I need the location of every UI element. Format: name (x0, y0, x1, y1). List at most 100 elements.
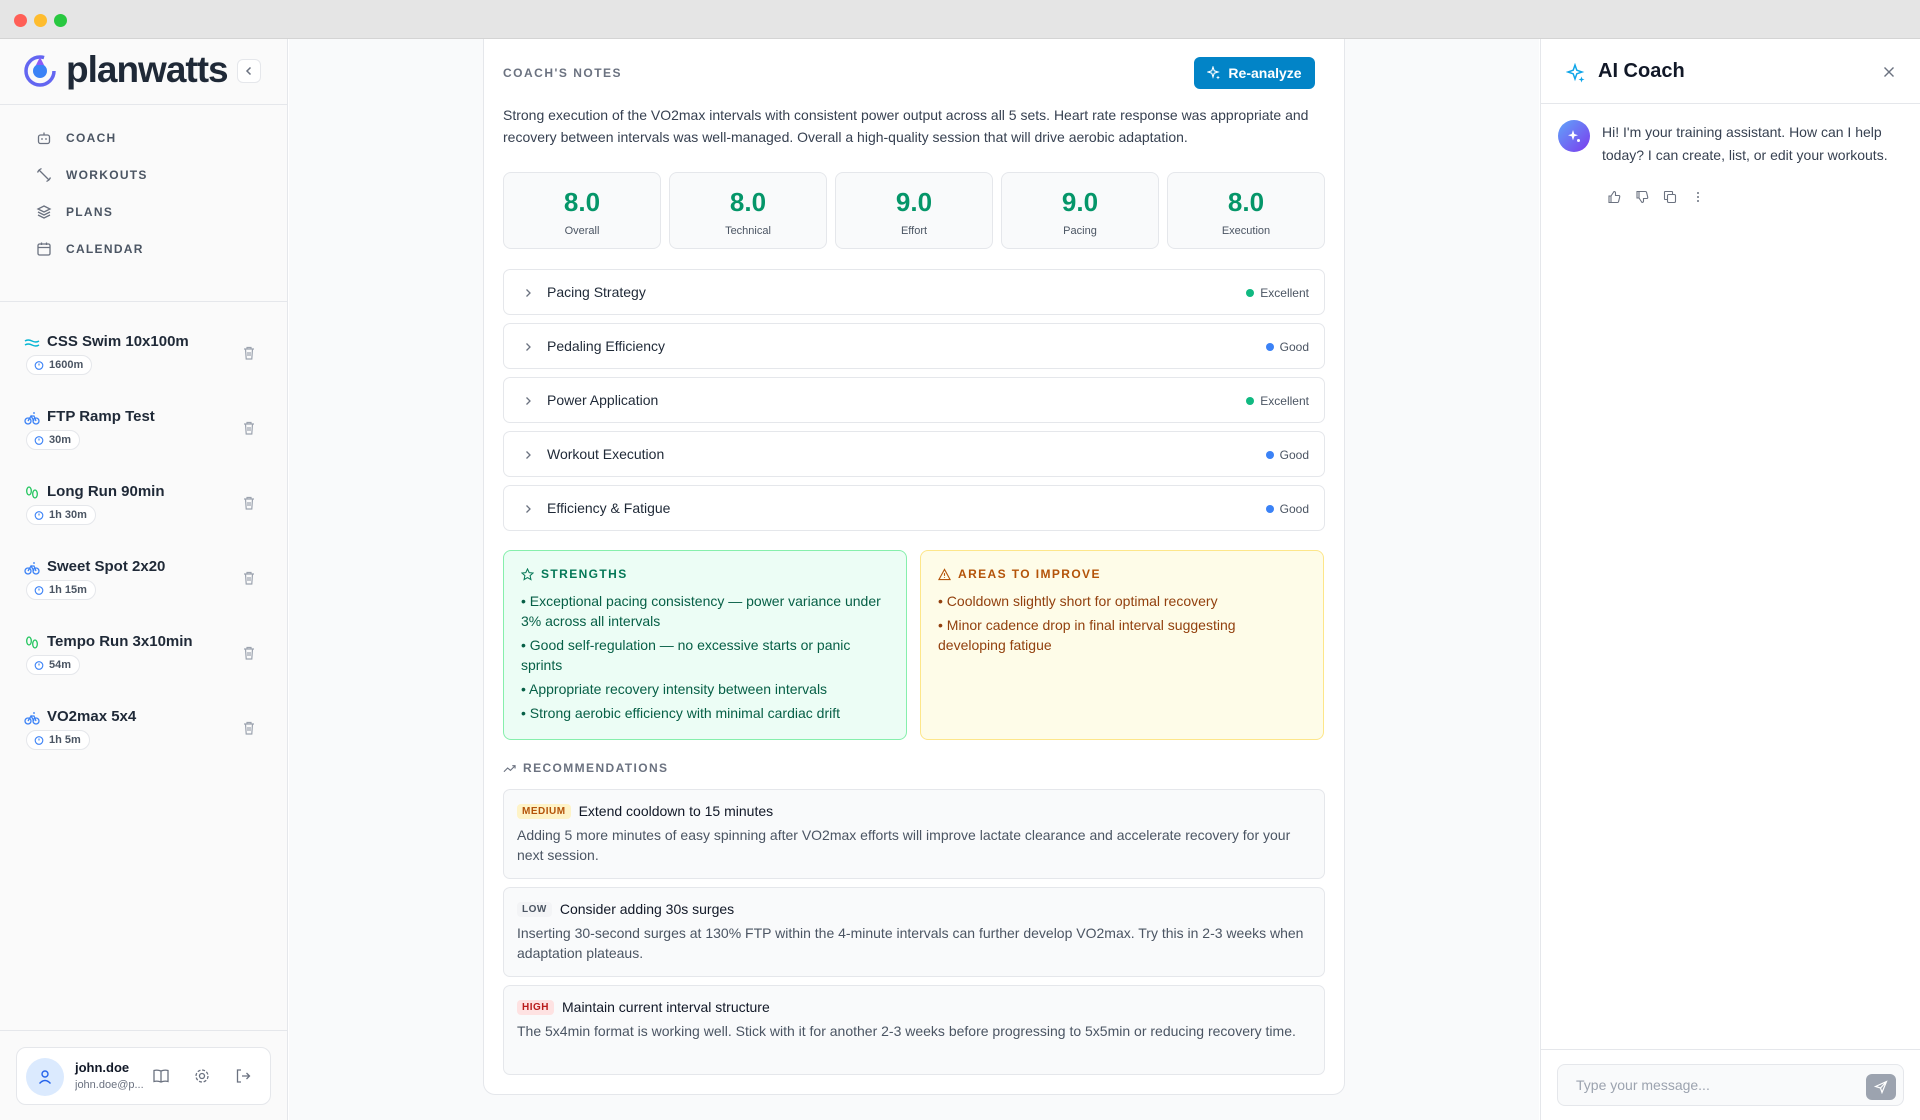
collapse-sidebar-button[interactable] (237, 59, 261, 83)
nav-item-plans[interactable]: PLANS (0, 193, 287, 230)
chat-title: AI Coach (1598, 60, 1685, 82)
book-icon[interactable] (152, 1067, 170, 1085)
accordion-pacing-strategy[interactable]: Pacing Strategy Excellent (503, 269, 1325, 315)
list-item: • Minor cadence drop in final interval s… (938, 617, 1236, 653)
score-value: 8.0 (563, 187, 601, 217)
recommendation-title: Consider adding 30s surges (559, 901, 735, 917)
nav-item-calendar[interactable]: CALENDAR (0, 230, 287, 267)
nav-item-workouts[interactable]: WORKOUTS (0, 156, 287, 193)
chat-message-input[interactable] (1557, 1064, 1904, 1106)
strengths-panel: STRENGTHS • Exceptional pacing consisten… (503, 550, 907, 740)
chat-footer (1541, 1049, 1920, 1120)
user-email: john.doe@p... (75, 1079, 143, 1091)
strengths-list: • Exceptional pacing consistency — power… (521, 591, 889, 723)
chevron-left-icon (245, 66, 252, 76)
trash-icon[interactable] (241, 720, 257, 736)
status-badge: Good (1265, 502, 1309, 516)
score-grid: 8.0 Overall 8.0 Technical 9.0 Effort 9.0 Pac… (503, 172, 1325, 249)
user-icon (38, 1070, 52, 1084)
accordion-pedaling-efficiency[interactable]: Pedaling Efficiency Good (503, 323, 1325, 369)
status-dot (1246, 397, 1255, 405)
workout-item-tempo-run[interactable]: Tempo Run 3x10min 54m (0, 618, 287, 693)
sidebar-divider (0, 1030, 287, 1031)
trash-icon[interactable] (241, 345, 257, 361)
priority-badge: HIGH (517, 999, 554, 1015)
workout-item-ftp-ramp[interactable]: FTP Ramp Test 30m (0, 393, 287, 468)
bot-icon (37, 132, 51, 144)
recommendation-desc: Inserting 30-second surges at 130% FTP w… (517, 925, 1304, 961)
priority-badge: LOW (517, 901, 552, 917)
avatar[interactable] (26, 1058, 64, 1096)
bike-icon (24, 562, 40, 575)
workout-item-css-swim[interactable]: CSS Swim 10x100m 1600m (0, 318, 287, 393)
user-name: john.doe (75, 1060, 130, 1075)
score-value: 8.0 (1227, 187, 1265, 217)
workout-item-sweet-spot[interactable]: Sweet Spot 2x20 1h 15m (0, 543, 287, 618)
window-close-button[interactable] (14, 14, 27, 27)
thumbs-up-icon[interactable] (1607, 190, 1621, 204)
workout-title: Long Run 90min (47, 483, 165, 500)
section-title: COACH'S NOTES (503, 66, 623, 80)
accordion-workout-execution[interactable]: Workout Execution Good (503, 431, 1325, 477)
recommendation-title: Extend cooldown to 15 minutes (578, 803, 774, 819)
trash-icon[interactable] (241, 495, 257, 511)
score-overall: 8.0 Overall (503, 172, 661, 249)
copy-icon[interactable] (1663, 190, 1677, 204)
improve-title: AREAS TO IMPROVE (958, 567, 1101, 581)
workout-item-vo2max[interactable]: VO2max 5x4 1h 5m (0, 693, 287, 768)
accordion-efficiency-fatigue[interactable]: Efficiency & Fatigue Good (503, 485, 1325, 531)
message-actions (1607, 190, 1705, 204)
timer-icon (34, 436, 44, 445)
workout-title: FTP Ramp Test (47, 408, 155, 425)
workout-duration-badge: 1h 5m (26, 730, 90, 750)
status-text: Good (1279, 448, 1309, 462)
nav-label: CALENDAR (66, 241, 144, 256)
run-icon (26, 636, 38, 649)
window-zoom-button[interactable] (54, 14, 67, 27)
score-value: 9.0 (1061, 187, 1099, 217)
trash-icon[interactable] (241, 645, 257, 661)
logout-icon[interactable] (234, 1067, 252, 1085)
reanalyze-button[interactable]: Re-analyze (1194, 57, 1315, 89)
priority-badge: MEDIUM (517, 803, 571, 819)
status-badge: Excellent (1246, 394, 1309, 408)
workout-title: Sweet Spot 2x20 (47, 558, 166, 575)
accordion-power-application[interactable]: Power Application Excellent (503, 377, 1325, 423)
window-minimize-button[interactable] (34, 14, 47, 27)
workout-duration: 1h 5m (49, 734, 81, 746)
trending-up-icon (503, 764, 516, 772)
timer-icon (34, 511, 44, 520)
trash-icon[interactable] (241, 420, 257, 436)
status-dot (1265, 451, 1274, 459)
score-label: Effort (900, 225, 928, 237)
strengths-title: STRENGTHS (541, 567, 628, 581)
nav-item-coach[interactable]: COACH (0, 119, 287, 156)
improve-heading: AREAS TO IMPROVE (938, 567, 1306, 581)
sparkle-icon (1568, 130, 1580, 142)
workout-duration: 1h 15m (49, 584, 87, 596)
status-dot (1246, 289, 1255, 297)
close-icon[interactable] (1882, 65, 1896, 79)
planwatts-logo-icon (24, 55, 56, 87)
gear-icon[interactable] (193, 1067, 211, 1085)
timer-icon (34, 661, 44, 670)
trash-icon[interactable] (241, 570, 257, 586)
send-button[interactable] (1866, 1074, 1896, 1100)
chevron-right-icon (526, 397, 531, 405)
thumbs-down-icon[interactable] (1635, 190, 1649, 204)
workout-duration-badge: 1h 15m (26, 580, 96, 600)
recommendations-heading: RECOMMENDATIONS (503, 761, 668, 775)
run-icon (26, 486, 38, 499)
workout-item-long-run[interactable]: Long Run 90min 1h 30m (0, 468, 287, 543)
recommendations-title: RECOMMENDATIONS (523, 761, 669, 775)
status-text: Excellent (1260, 394, 1309, 408)
user-card: john.doe john.doe@p... (16, 1047, 271, 1105)
accordion-title: Pedaling Efficiency (547, 338, 666, 354)
workout-duration: 1600m (49, 359, 84, 371)
accordion-title: Efficiency & Fatigue (547, 500, 671, 516)
chevron-right-icon (526, 451, 531, 459)
strengths-heading: STRENGTHS (521, 567, 889, 581)
workout-title: CSS Swim 10x100m (47, 333, 189, 350)
more-vertical-icon[interactable] (1691, 190, 1705, 204)
sidebar: planwatts COACH WORKOUTS PLANS CALENDAR … (0, 39, 288, 1120)
